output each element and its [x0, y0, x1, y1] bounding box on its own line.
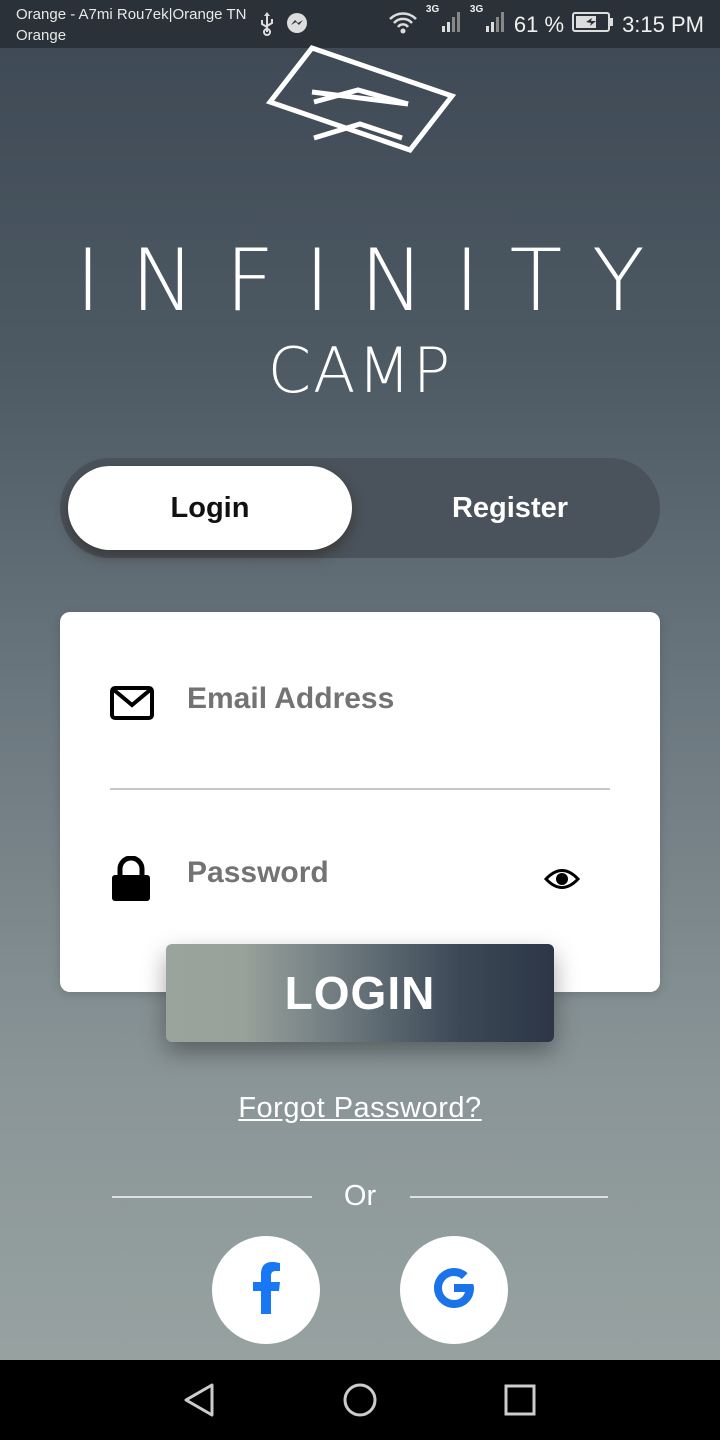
- carrier-line-1: Orange - A7mi Rou7ek|Orange TN: [16, 6, 247, 23]
- status-right: 3G 3G 61 % 3:15 PM: [388, 4, 704, 40]
- battery-charging-icon: [572, 11, 614, 39]
- carrier-info: Orange - A7mi Rou7ek|Orange TN Orange: [16, 4, 246, 46]
- tab-register[interactable]: Register: [360, 466, 660, 550]
- lock-icon: [110, 855, 152, 907]
- clock: 3:15 PM: [622, 12, 704, 37]
- brand-title: INFINITY: [75, 231, 675, 331]
- password-input[interactable]: Password: [187, 856, 329, 890]
- tab-login[interactable]: Login: [68, 466, 352, 550]
- or-divider-right: [410, 1196, 608, 1198]
- usb-icon: [258, 12, 276, 41]
- eye-icon[interactable]: [543, 866, 581, 897]
- login-form-card: Email Address Password: [60, 612, 660, 992]
- forgot-password-link[interactable]: Forgot Password?: [0, 1092, 720, 1125]
- recents-icon[interactable]: [500, 1380, 540, 1420]
- signal-icon-1: 3G: [426, 4, 462, 40]
- notification-icons: [258, 12, 308, 41]
- navigation-bar: [0, 1360, 720, 1440]
- home-icon[interactable]: [340, 1380, 380, 1420]
- infinity-logo-icon: [258, 42, 462, 161]
- google-login-button[interactable]: [400, 1236, 508, 1344]
- messenger-icon: [286, 12, 308, 41]
- carrier-line-2: Orange: [16, 27, 67, 44]
- facebook-login-button[interactable]: [212, 1236, 320, 1344]
- email-underline: [110, 788, 610, 790]
- battery-percent: 61 %: [513, 12, 565, 37]
- network-type-1: 3G: [425, 4, 440, 15]
- auth-tab-switch: Login Register: [60, 458, 660, 558]
- google-icon: [430, 1264, 478, 1317]
- network-type-2: 3G: [469, 4, 484, 15]
- signal-icon-2: 3G: [470, 4, 506, 40]
- email-icon: [110, 686, 154, 725]
- email-input[interactable]: Email Address: [187, 682, 394, 716]
- login-button[interactable]: LOGIN: [166, 944, 554, 1042]
- status-bar: Orange - A7mi Rou7ek|Orange TN Orange 3G…: [0, 0, 720, 48]
- facebook-icon: [251, 1261, 281, 1319]
- or-label: Or: [343, 1180, 377, 1212]
- wifi-icon: [388, 10, 418, 40]
- back-icon[interactable]: [180, 1380, 220, 1420]
- brand-subtitle: CAMP: [267, 334, 453, 407]
